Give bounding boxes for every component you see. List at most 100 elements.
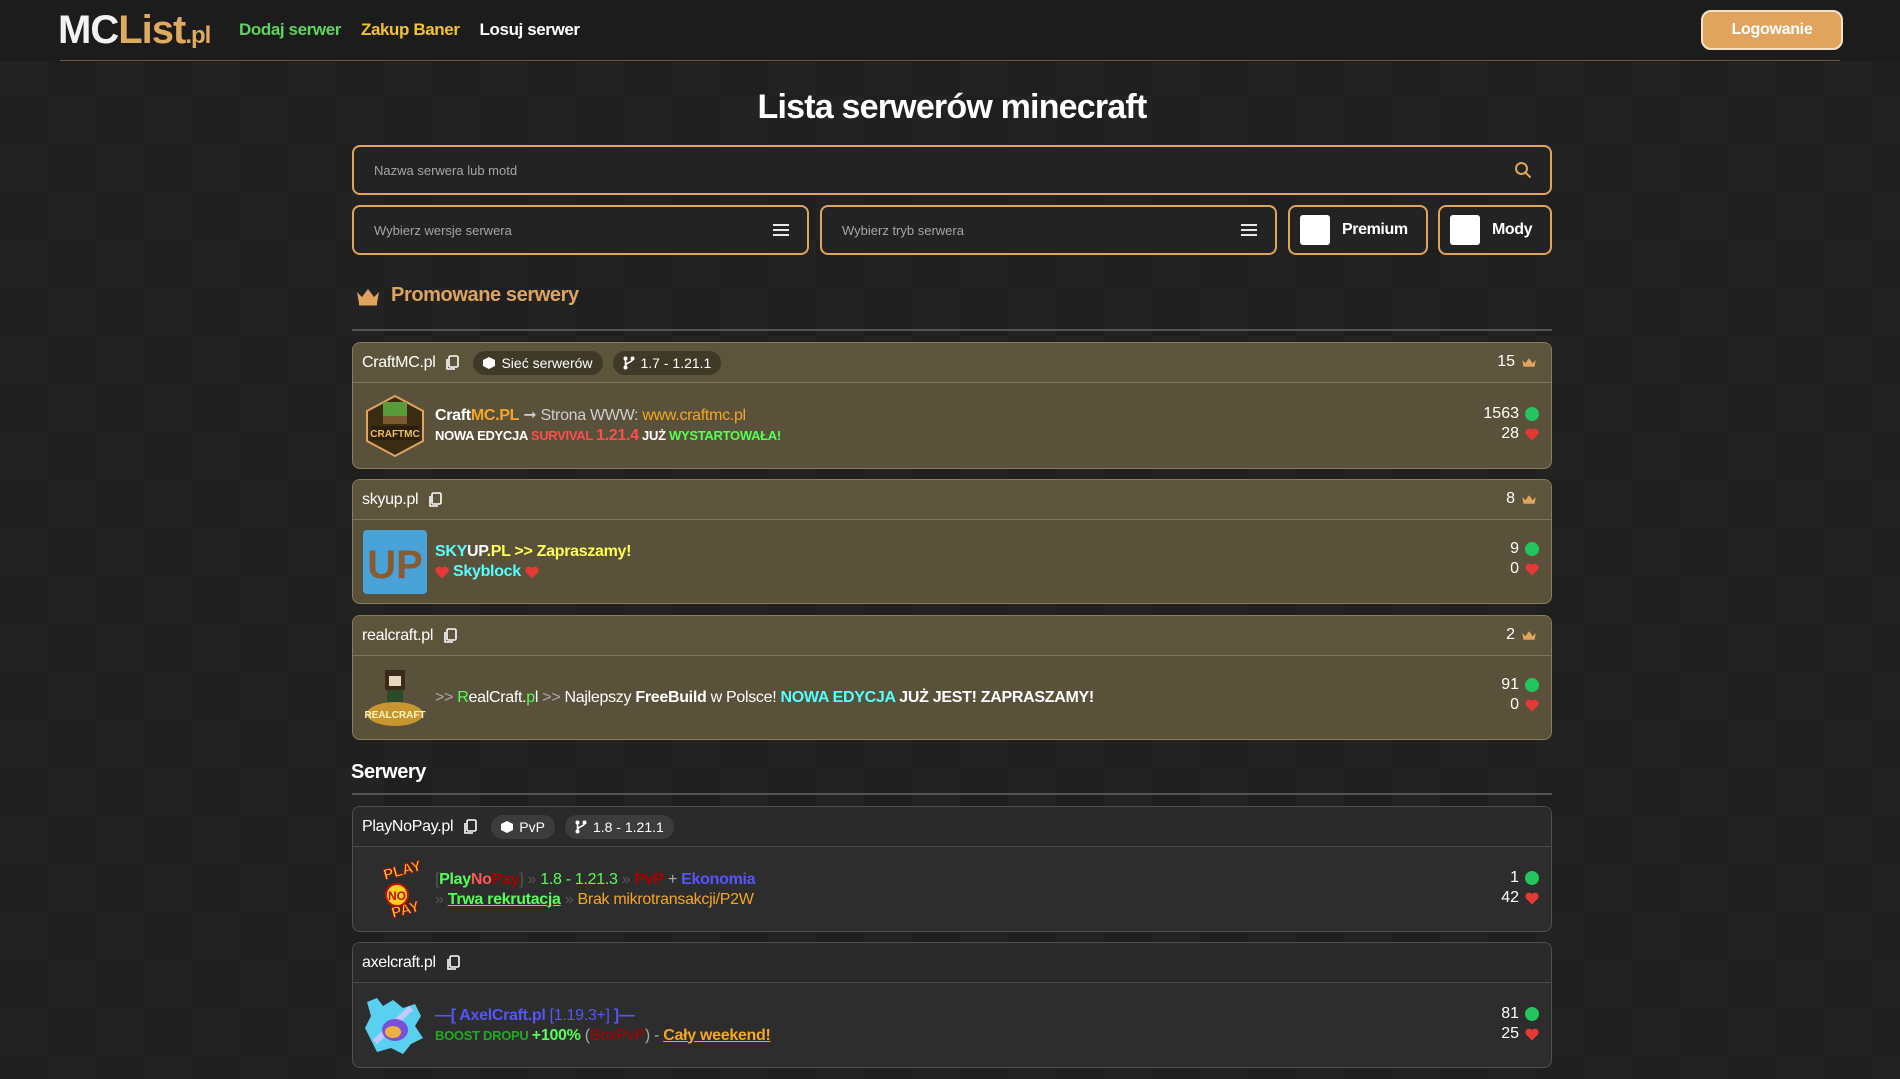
branch-icon [623,356,634,369]
copy-icon[interactable] [428,491,443,508]
crown-icon [1522,494,1536,504]
premium-checkbox[interactable] [1300,215,1330,245]
server-card-realcraft[interactable]: realcraft.pl 2 REALCRAFT >> RealCraft.pl… [352,615,1552,740]
server-version-tag: 1.8 - 1.21.1 [564,814,674,839]
copy-icon[interactable] [445,354,460,371]
promoted-divider [352,329,1552,331]
motd-text: Cały weekend! [663,1026,771,1044]
copy-icon[interactable] [446,954,460,971]
login-button[interactable]: Logowanie [1701,10,1843,50]
version-select[interactable]: Wybierz wersje serwera [352,205,809,255]
server-type-tag: Sieć serwerów [473,350,603,375]
server-version-label: 1.7 - 1.21.1 [640,354,712,371]
nav-buy-banner[interactable]: Zakup Baner [361,20,460,40]
server-name[interactable]: realcraft.pl [362,627,433,645]
server-name[interactable]: CraftMC.pl [362,354,436,372]
nav-add-server[interactable]: Dodaj serwer [239,20,341,40]
motd-text: Ekonomia [681,870,756,888]
server-card-axelcraft[interactable]: axelcraft.pl —[ AxelCraft.pl [1.19.3+] ]… [352,942,1552,1068]
crown-icon [357,288,379,305]
likes-stat: 25 [1501,1025,1539,1043]
logo-pl: .pl [185,22,211,49]
site-logo[interactable]: MCList.pl [58,8,211,53]
svg-text:REALCRAFT: REALCRAFT [364,710,425,721]
likes-stat: 42 [1501,889,1539,907]
mods-toggle[interactable]: Mody [1438,205,1552,255]
server-avatar: UP [363,530,427,594]
votes-count: 2 [1506,626,1515,643]
server-card-craftmc[interactable]: CraftMC.pl Sieć serwerów 1.7 - 1.21.1 15… [352,342,1552,469]
likes-stat: 28 [1501,425,1539,443]
svg-text:CRAFTMC: CRAFTMC [370,429,419,440]
premium-label: Premium [1342,221,1408,238]
motd-text: PvP [634,870,664,888]
logo-list: List [118,8,186,52]
motd-text: www.craftmc.pl [642,406,746,424]
cube-icon [501,820,514,833]
likes-stat: 0 [1510,696,1539,714]
heart-icon[interactable] [1525,892,1539,905]
server-avatar [363,994,427,1058]
online-count: 91 [1501,676,1519,693]
heart-icon[interactable] [1525,563,1539,576]
mods-checkbox[interactable] [1450,215,1480,245]
motd-text: >> [538,689,565,706]
heart-icon[interactable] [1525,1028,1539,1041]
motd-text: >> Zapraszamy! [510,543,632,560]
motd-text: BOOST DROPU [435,1027,532,1043]
premium-toggle[interactable]: Premium [1288,205,1428,255]
online-count: 1563 [1483,405,1519,422]
motd-text: UP [467,543,487,560]
motd-text: R [457,689,469,706]
online-dot-icon [1525,678,1539,692]
motd-text: MC.PL [470,406,520,424]
search-icon[interactable] [1514,161,1532,179]
motd-text: WYSTARTOWAŁA [669,427,777,443]
search-input[interactable]: Nazwa serwera lub motd [352,145,1552,195]
server-card-header: PlayNoPay.pl PvP 1.8 - 1.21.1 [353,807,1551,847]
online-stat: 81 [1501,1005,1539,1023]
server-card-body: UP SKYUP.PL >> Zapraszamy! Skyblock 9 0 [353,520,1551,603]
server-name[interactable]: skyup.pl [362,491,419,509]
mode-select[interactable]: Wybierz tryb serwera [820,205,1277,255]
cube-icon [483,356,496,369]
motd-text: ➞ Strona WWW: [519,406,643,424]
server-name[interactable]: axelcraft.pl [362,954,436,972]
server-type-label: PvP [519,818,545,835]
server-stats: 9 0 [1510,540,1539,578]
heart-icon[interactable] [1525,428,1539,441]
motd-text: » [560,890,578,908]
motd-text: Craft [435,406,471,424]
motd-text: NOWA EDYCJA [435,427,531,443]
motd-text: - [649,1026,664,1044]
server-motd: SKYUP.PL >> Zapraszamy! Skyblock [435,542,631,582]
server-type-label: Sieć serwerów [501,354,593,371]
motd-text: >> [435,689,458,706]
motd-text: JUŻ [638,427,670,443]
likes-stat: 0 [1510,560,1539,578]
server-name[interactable]: PlayNoPay.pl [362,818,454,836]
online-dot-icon [1525,871,1539,885]
motd-text: NOWA EDYCJA [780,689,896,706]
votes-count: 8 [1506,490,1515,507]
heart-icon[interactable] [1525,699,1539,712]
motd-text: Skyblock [453,563,521,580]
copy-icon[interactable] [443,627,457,644]
online-dot-icon [1525,542,1539,556]
copy-icon[interactable] [463,818,478,835]
likes-count: 0 [1510,560,1519,577]
server-card-playnopay[interactable]: PlayNoPay.pl PvP 1.8 - 1.21.1 PLAY NO PA… [352,806,1552,932]
server-votes: 15 [1497,353,1537,371]
motd-text: 1.8 - 1.21.3 [540,870,618,888]
motd-text: SURVIVAL [530,427,597,443]
nav-random-server[interactable]: Losuj serwer [480,20,580,40]
motd-text: w Polsce! [706,689,781,706]
promoted-heading-text: Promowane serwery [391,284,579,306]
logo-mc: MC [58,8,119,52]
online-stat: 1563 [1483,405,1539,423]
version-select-placeholder: Wybierz wersje serwera [374,222,512,238]
crown-icon [1522,357,1536,367]
server-version-label: 1.8 - 1.21.1 [592,818,664,835]
server-card-skyup[interactable]: skyup.pl 8 UP SKYUP.PL >> Zapraszamy! Sk… [352,479,1552,604]
header-divider [60,60,1840,61]
